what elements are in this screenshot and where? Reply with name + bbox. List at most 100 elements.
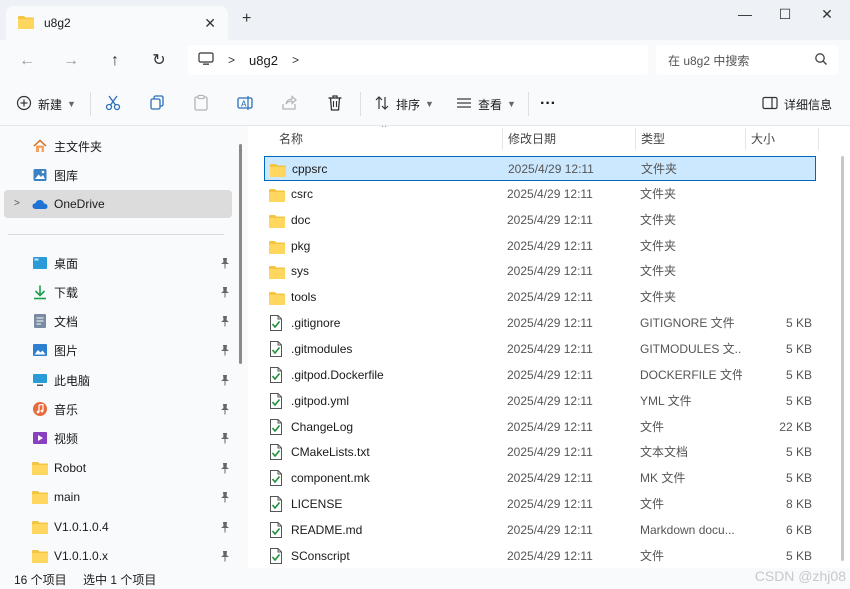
file-list-scrollbar[interactable] (841, 156, 844, 561)
delete-button[interactable] (326, 92, 344, 116)
details-pane-button[interactable]: 详细信息 (762, 92, 832, 116)
sort-button[interactable]: 排序 ▼ (374, 92, 434, 116)
sidebar-item-label: main (54, 490, 81, 504)
monitor-icon (32, 372, 48, 388)
sidebar-item-robot[interactable]: Robot (4, 454, 232, 482)
file-type: 文件 (640, 419, 665, 434)
file-date: 2025/4/29 12:11 (507, 393, 593, 408)
file-row[interactable]: .gitpod.yml 2025/4/29 12:11 YML 文件 5 KB (264, 389, 816, 414)
pin-icon[interactable] (220, 374, 230, 389)
pin-icon[interactable] (220, 344, 230, 359)
file-type: 文本文档 (640, 445, 689, 460)
file-date: 2025/4/29 12:11 (507, 497, 593, 512)
file-row[interactable]: .gitpod.Dockerfile 2025/4/29 12:11 DOCKERF… (264, 363, 816, 388)
file-row[interactable]: pkg 2025/4/29 12:11 文件夹 (264, 234, 816, 259)
sidebar-scrollbar[interactable] (239, 144, 242, 364)
search-icon[interactable] (814, 52, 828, 69)
file-row[interactable]: sys 2025/4/29 12:11 文件夹 (264, 259, 816, 284)
new-button[interactable]: 新建 ▼ (16, 92, 76, 116)
file-icon (269, 315, 285, 332)
view-button[interactable]: 查看 ▼ (456, 92, 516, 116)
forward-button[interactable]: → (60, 50, 82, 72)
column-header-type[interactable]: 类型 (641, 126, 665, 152)
file-type: 文件 (640, 548, 665, 563)
pin-icon[interactable] (220, 521, 230, 536)
file-row[interactable]: component.mk 2025/4/29 12:11 MK 文件 5 KB (264, 466, 816, 491)
sidebar-item-this-pc[interactable]: 此电脑 (4, 366, 232, 394)
rename-button[interactable]: A (236, 92, 254, 116)
sidebar-item-gallery[interactable]: 图库 (4, 161, 232, 189)
computer-icon[interactable] (198, 51, 214, 69)
file-row[interactable]: CMakeLists.txt 2025/4/29 12:11 文本文档 5 KB (264, 440, 816, 465)
sidebar-item-onedrive[interactable]: > OneDrive (4, 190, 232, 218)
file-size (744, 208, 812, 232)
column-header-name[interactable]: 名称 (279, 126, 303, 152)
file-row[interactable]: LICENSE 2025/4/29 12:11 文件 8 KB (264, 492, 816, 517)
chevron-right-icon[interactable]: > (14, 198, 20, 209)
pin-icon[interactable] (220, 315, 230, 330)
search-input[interactable]: 在 u8g2 中搜索 (656, 45, 838, 75)
breadcrumb[interactable]: > u8g2 > (188, 45, 648, 75)
sidebar-item-music[interactable]: 音乐 (4, 395, 232, 423)
pin-icon[interactable] (220, 491, 230, 506)
column-divider[interactable] (502, 128, 503, 150)
sidebar-item-pictures[interactable]: 图片 (4, 336, 232, 364)
new-tab-button[interactable]: + (242, 10, 251, 28)
tab-close-icon[interactable]: ✕ (204, 15, 216, 32)
file-type: GITIGNORE 文件 (640, 316, 735, 331)
file-name: csrc (291, 186, 313, 201)
column-header-size[interactable]: 大小 (751, 126, 775, 152)
sort-button-label: 排序 (396, 97, 421, 112)
pin-icon[interactable] (220, 432, 230, 447)
close-button[interactable]: ✕ (814, 6, 840, 23)
breadcrumb-separator[interactable]: > (292, 53, 299, 67)
pin-icon[interactable] (220, 550, 230, 565)
toolbar-divider (360, 92, 361, 116)
refresh-button[interactable]: ↻ (148, 50, 170, 72)
file-row[interactable]: cppsrc 2025/4/29 12:11 文件夹 (264, 156, 816, 181)
file-row[interactable]: SConscript 2025/4/29 12:11 文件 5 KB (264, 544, 816, 568)
paste-button[interactable] (192, 92, 210, 116)
sidebar-item-documents[interactable]: 文档 (4, 307, 232, 335)
pin-icon[interactable] (220, 462, 230, 477)
up-button[interactable]: ↑ (104, 50, 126, 72)
file-row[interactable]: tools 2025/4/29 12:11 文件夹 (264, 285, 816, 310)
minimize-button[interactable]: — (732, 6, 758, 22)
back-button[interactable]: ← (16, 50, 38, 72)
sidebar-item-v1-0-1-0-4[interactable]: V1.0.1.0.4 (4, 513, 232, 541)
sidebar-item-main[interactable]: main (4, 483, 232, 511)
rename-icon: A (236, 94, 254, 115)
column-divider[interactable] (635, 128, 636, 150)
desktop-icon (32, 255, 48, 271)
breadcrumb-separator[interactable]: > (228, 53, 235, 67)
chevron-down-icon: ▼ (67, 99, 76, 109)
tab-u8g2[interactable]: u8g2 ✕ (6, 6, 228, 40)
cut-button[interactable] (104, 92, 122, 116)
breadcrumb-item-u8g2[interactable]: u8g2 (249, 53, 278, 68)
file-row[interactable]: doc 2025/4/29 12:11 文件夹 (264, 208, 816, 233)
column-header-date[interactable]: 修改日期 (508, 126, 556, 152)
copy-button[interactable] (148, 92, 166, 116)
sidebar-item-v1-0-1-0-x[interactable]: V1.0.1.0.x (4, 542, 232, 568)
more-options-button[interactable]: ··· (540, 92, 556, 116)
file-row[interactable]: README.md 2025/4/29 12:11 Markdown docu...… (264, 518, 816, 543)
details-pane-icon (762, 95, 778, 114)
file-row[interactable]: csrc 2025/4/29 12:11 文件夹 (264, 182, 816, 207)
sidebar-item-videos[interactable]: 视频 (4, 424, 232, 452)
file-row[interactable]: ChangeLog 2025/4/29 12:11 文件 22 KB (264, 415, 816, 440)
file-name: README.md (291, 522, 363, 537)
share-button[interactable] (280, 92, 298, 116)
sidebar-item-home[interactable]: 主文件夹 (4, 132, 232, 160)
file-row[interactable]: .gitmodules 2025/4/29 12:11 GITMODULES 文..… (264, 337, 816, 362)
sidebar-item-downloads[interactable]: 下载 (4, 278, 232, 306)
column-divider[interactable] (745, 128, 746, 150)
pin-icon[interactable] (220, 286, 230, 301)
file-row[interactable]: .gitignore 2025/4/29 12:11 GITIGNORE 文件 5 K… (264, 311, 816, 336)
sidebar-item-desktop[interactable]: 桌面 (4, 249, 232, 277)
maximize-button[interactable]: ☐ (772, 6, 798, 23)
pin-icon[interactable] (220, 403, 230, 418)
file-name-cell: CMakeLists.txt (269, 440, 501, 464)
file-size: 8 KB (785, 497, 812, 512)
pin-icon[interactable] (220, 257, 230, 272)
column-divider[interactable] (818, 128, 819, 150)
